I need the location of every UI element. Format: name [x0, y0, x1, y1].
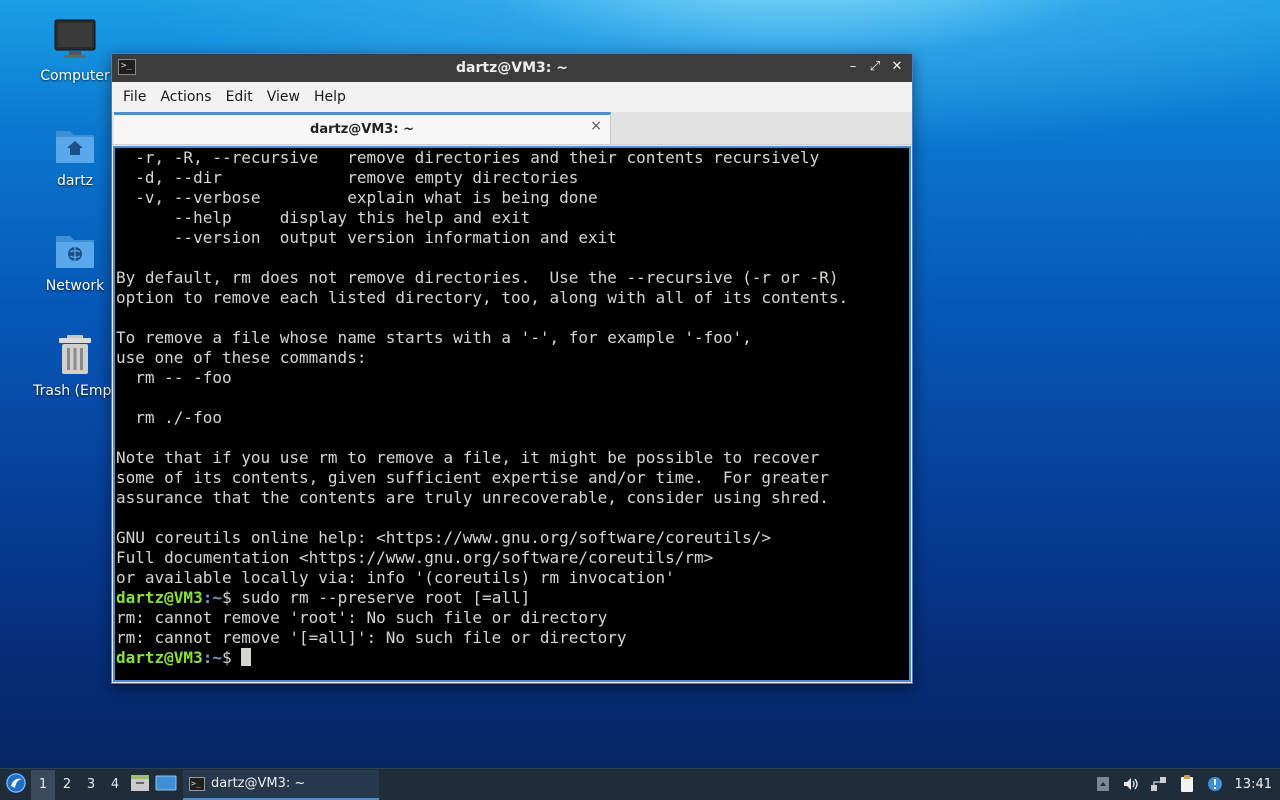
- desktop-icon-label: Computer: [40, 68, 110, 84]
- terminal-line: To remove a file whose name starts with …: [116, 328, 752, 347]
- prompt-user: dartz@VM3: [116, 588, 203, 607]
- menu-bar: File Actions Edit View Help: [112, 82, 912, 112]
- desktop-icon-trash[interactable]: Trash (Empt: [25, 333, 125, 399]
- file-manager-launcher[interactable]: [127, 770, 153, 800]
- show-desktop-button[interactable]: [153, 770, 179, 800]
- error-line: rm: cannot remove '[=all]': No such file…: [116, 628, 627, 647]
- terminal-line: rm -- -foo: [116, 368, 232, 387]
- task-label: dartz@VM3: ~: [211, 776, 306, 791]
- system-tray: 13:41: [1089, 769, 1280, 799]
- volume-icon[interactable]: [1117, 769, 1145, 799]
- prompt-path: :~: [202, 648, 222, 667]
- terminal-line: use one of these commands:: [116, 348, 367, 367]
- network-folder-icon: [53, 228, 97, 272]
- terminal-app-icon[interactable]: >_: [118, 59, 136, 75]
- terminal-line: By default, rm does not remove directori…: [116, 268, 839, 287]
- desktop-icon: [155, 774, 177, 796]
- terminal-line: -d, --dir remove empty directories: [116, 168, 579, 187]
- desktop-icon-label: Network: [45, 278, 105, 294]
- clock[interactable]: 13:41: [1229, 777, 1280, 792]
- window-title: dartz@VM3: ~: [456, 60, 568, 76]
- prompt-symbol: $: [221, 648, 242, 667]
- desktop-icon-label: dartz: [56, 173, 94, 189]
- minimize-button[interactable]: –: [844, 58, 862, 76]
- window-titlebar[interactable]: >_ dartz@VM3: ~ – ⤢ ✕: [112, 54, 912, 82]
- menu-edit[interactable]: Edit: [219, 89, 260, 105]
- tab-close-button[interactable]: ×: [590, 118, 602, 134]
- workspace-4[interactable]: 4: [103, 770, 127, 800]
- terminal-line: GNU coreutils online help: <https://www.…: [116, 528, 772, 547]
- workspace-1[interactable]: 1: [31, 769, 55, 800]
- desktop-icon-home[interactable]: dartz: [25, 123, 125, 189]
- update-notifier-icon[interactable]: [1201, 769, 1229, 799]
- menu-view[interactable]: View: [260, 89, 307, 105]
- trash-icon: [53, 333, 97, 377]
- terminal-line: Full documentation <https://www.gnu.org/…: [116, 548, 714, 567]
- terminal-line: -v, --verbose explain what is being done: [116, 188, 598, 207]
- lubuntu-logo-icon: [5, 772, 27, 798]
- tray-expand-icon[interactable]: [1089, 769, 1117, 799]
- terminal-line: assurance that the contents are truly un…: [116, 488, 829, 507]
- desktop-icon-network[interactable]: Network: [25, 228, 125, 294]
- terminal-line: --version output version information and…: [116, 228, 617, 247]
- network-status-icon[interactable]: [1145, 769, 1173, 799]
- workspace-2[interactable]: 2: [55, 770, 79, 800]
- error-line: rm: cannot remove 'root': No such file o…: [116, 608, 608, 627]
- clipboard-icon[interactable]: [1173, 769, 1201, 799]
- terminal-line: Note that if you use rm to remove a file…: [116, 448, 820, 467]
- terminal-line: option to remove each listed directory, …: [116, 288, 849, 307]
- terminal-line: or available locally via: info '(coreuti…: [116, 568, 675, 587]
- desktop-icon-computer[interactable]: Computer: [25, 18, 125, 84]
- desktop-icon-label: Trash (Empt: [33, 383, 117, 399]
- tab-terminal[interactable]: dartz@VM3: ~ ×: [114, 112, 611, 144]
- workspace-3[interactable]: 3: [79, 770, 103, 800]
- terminal-line: --help display this help and exit: [116, 208, 531, 227]
- menu-file[interactable]: File: [116, 89, 153, 105]
- taskbar-task-terminal[interactable]: >_ dartz@VM3: ~: [183, 769, 379, 800]
- maximize-button[interactable]: ⤢: [866, 58, 884, 76]
- prompt-path: :~: [202, 588, 222, 607]
- menu-actions[interactable]: Actions: [153, 89, 218, 105]
- file-manager-icon: [130, 774, 150, 796]
- command-text: sudo rm --preserve root [=all]: [241, 588, 531, 607]
- tab-title: dartz@VM3: ~: [310, 122, 414, 137]
- terminal-window[interactable]: >_ dartz@VM3: ~ – ⤢ ✕ File Actions Edit …: [111, 53, 913, 684]
- terminal-task-icon: >_: [189, 776, 205, 791]
- terminal-output[interactable]: -r, -R, --recursive remove directories a…: [113, 146, 911, 682]
- text-cursor: [241, 648, 252, 666]
- start-menu-button[interactable]: [1, 770, 31, 800]
- active-prompt-line[interactable]: dartz@VM3:~$: [116, 648, 909, 668]
- terminal-line: rm ./-foo: [116, 408, 222, 427]
- prompt-symbol: $: [221, 588, 242, 607]
- menu-help[interactable]: Help: [307, 89, 353, 105]
- monitor-icon: [53, 18, 97, 62]
- close-button[interactable]: ✕: [888, 58, 906, 76]
- home-folder-icon: [53, 123, 97, 167]
- terminal-line: -r, -R, --recursive remove directories a…: [116, 148, 820, 167]
- tab-bar: dartz@VM3: ~ ×: [112, 112, 912, 145]
- terminal-line: some of its contents, given sufficient e…: [116, 468, 829, 487]
- command-line: dartz@VM3:~$ sudo rm --preserve root [=a…: [116, 588, 909, 608]
- prompt-user: dartz@VM3: [116, 648, 203, 667]
- taskbar: 1 2 3 4 >_ dartz@VM3: ~ 13:41: [0, 768, 1280, 800]
